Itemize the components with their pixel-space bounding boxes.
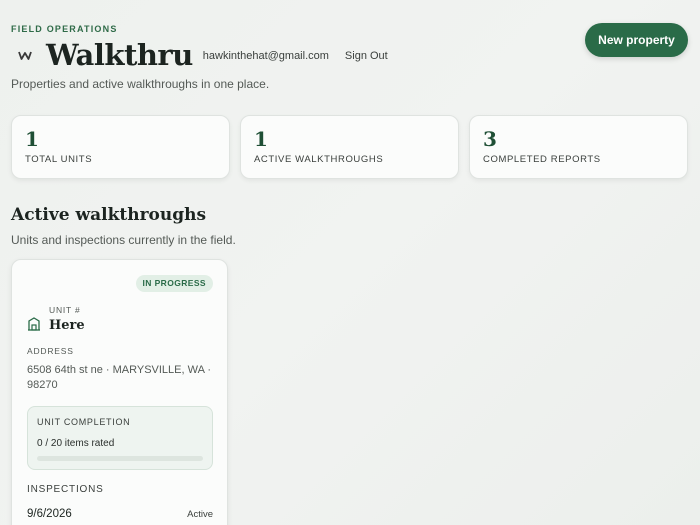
inspection-status: Active [187, 509, 213, 520]
app-title: Walkthru [46, 38, 193, 72]
inspection-date-link[interactable]: 9/6/2026 [27, 508, 72, 520]
section-title: Active walkthroughs [11, 205, 207, 225]
new-property-button[interactable]: New property [585, 23, 688, 57]
eyebrow-label: FIELD OPERATIONS [11, 24, 118, 34]
completion-text: 0 / 20 items rated [37, 438, 115, 449]
address-label: ADDRESS [27, 346, 74, 356]
stat-card-completed-reports: 3 COMPLETED REPORTS [469, 115, 688, 179]
stat-value: 1 [254, 127, 268, 151]
status-badge: IN PROGRESS [135, 275, 213, 292]
walkthrough-card[interactable]: IN PROGRESS UNIT # Here ADDRESS 6508 64t… [11, 259, 228, 525]
user-email: hawkinthehat@gmail.com [202, 50, 329, 62]
unit-label: UNIT # [49, 305, 81, 315]
section-subtitle: Units and inspections currently in the f… [11, 233, 236, 247]
stat-label: COMPLETED REPORTS [483, 154, 601, 165]
unit-value: Here [49, 318, 85, 333]
completion-label: UNIT COMPLETION [37, 417, 131, 427]
stat-card-active-walkthroughs: 1 ACTIVE WALKTHROUGHS [240, 115, 459, 179]
stat-value: 3 [483, 127, 497, 151]
crown-logo-icon [14, 44, 36, 66]
stat-label: ACTIVE WALKTHROUGHS [254, 154, 384, 165]
stat-card-total-units: 1 TOTAL UNITS [11, 115, 230, 179]
brand-row: Walkthru hawkinthehat@gmail.com Sign Out [14, 38, 388, 72]
building-icon [27, 317, 41, 331]
completion-progress-bar [37, 456, 203, 461]
unit-completion-panel: UNIT COMPLETION 0 / 20 items rated [27, 406, 213, 470]
inspections-label: INSPECTIONS [27, 484, 104, 495]
stat-label: TOTAL UNITS [25, 154, 93, 165]
page-subtitle: Properties and active walkthroughs in on… [11, 77, 270, 91]
stat-value: 1 [25, 127, 39, 151]
address-value: 6508 64th st ne · MARYSVILLE, WA · 98270 [27, 364, 212, 391]
sign-out-link[interactable]: Sign Out [345, 50, 388, 62]
